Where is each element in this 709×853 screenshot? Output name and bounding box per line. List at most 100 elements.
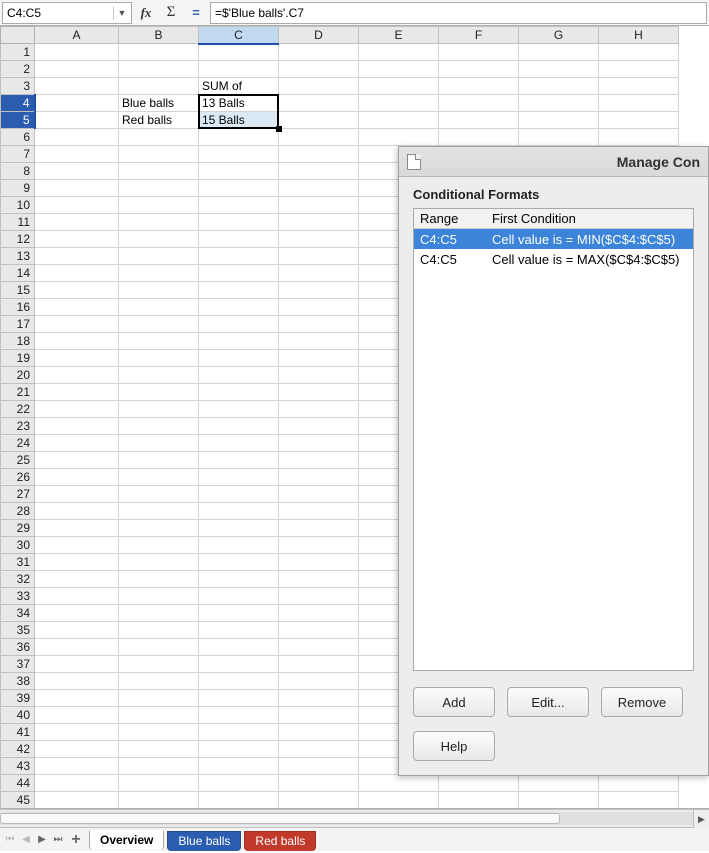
row-header-5[interactable]: 5 [1, 112, 35, 129]
cell-C6[interactable] [199, 129, 279, 146]
cell-D3[interactable] [279, 78, 359, 95]
cell-C10[interactable] [199, 197, 279, 214]
cell-D35[interactable] [279, 622, 359, 639]
cell-D13[interactable] [279, 248, 359, 265]
cell-B8[interactable] [119, 163, 199, 180]
cell-A35[interactable] [35, 622, 119, 639]
column-header-B[interactable]: B [119, 27, 199, 44]
cell-A15[interactable] [35, 282, 119, 299]
cell-B16[interactable] [119, 299, 199, 316]
cell-C22[interactable] [199, 401, 279, 418]
cell-C44[interactable] [199, 775, 279, 792]
row-header-27[interactable]: 27 [1, 486, 35, 503]
cell-C2[interactable] [199, 61, 279, 78]
row-header-37[interactable]: 37 [1, 656, 35, 673]
cell-D32[interactable] [279, 571, 359, 588]
row-header-43[interactable]: 43 [1, 758, 35, 775]
cell-A44[interactable] [35, 775, 119, 792]
cell-B45[interactable] [119, 792, 199, 809]
horizontal-scrollbar[interactable]: ▶ [0, 809, 709, 827]
name-box-dropdown-icon[interactable]: ▼ [113, 6, 127, 20]
cell-C26[interactable] [199, 469, 279, 486]
cell-C35[interactable] [199, 622, 279, 639]
cell-A9[interactable] [35, 180, 119, 197]
cell-G6[interactable] [519, 129, 599, 146]
cell-G4[interactable] [519, 95, 599, 112]
cell-A28[interactable] [35, 503, 119, 520]
cell-B42[interactable] [119, 741, 199, 758]
cell-D6[interactable] [279, 129, 359, 146]
cell-C25[interactable] [199, 452, 279, 469]
cell-B30[interactable] [119, 537, 199, 554]
row-header-26[interactable]: 26 [1, 469, 35, 486]
cell-C40[interactable] [199, 707, 279, 724]
cell-B40[interactable] [119, 707, 199, 724]
row-header-23[interactable]: 23 [1, 418, 35, 435]
cell-G44[interactable] [519, 775, 599, 792]
cell-A18[interactable] [35, 333, 119, 350]
cell-B6[interactable] [119, 129, 199, 146]
formula-equals-icon[interactable]: = [185, 2, 207, 24]
cell-D33[interactable] [279, 588, 359, 605]
cell-C15[interactable] [199, 282, 279, 299]
row-header-41[interactable]: 41 [1, 724, 35, 741]
cell-A12[interactable] [35, 231, 119, 248]
cell-B20[interactable] [119, 367, 199, 384]
cell-D7[interactable] [279, 146, 359, 163]
column-header-G[interactable]: G [519, 27, 599, 44]
cell-E1[interactable] [359, 44, 439, 61]
cell-B27[interactable] [119, 486, 199, 503]
cell-A32[interactable] [35, 571, 119, 588]
tab-nav-prev-icon[interactable]: ◀ [18, 830, 34, 850]
cell-D39[interactable] [279, 690, 359, 707]
cell-D8[interactable] [279, 163, 359, 180]
tab-nav-first-icon[interactable]: ⏮ [2, 830, 18, 850]
edit-button[interactable]: Edit... [507, 687, 589, 717]
cell-F5[interactable] [439, 112, 519, 129]
row-header-36[interactable]: 36 [1, 639, 35, 656]
add-sheet-button[interactable]: + [66, 830, 86, 850]
cell-F44[interactable] [439, 775, 519, 792]
cell-C19[interactable] [199, 350, 279, 367]
cell-D43[interactable] [279, 758, 359, 775]
function-wizard-icon[interactable]: fx [135, 2, 157, 24]
cell-D26[interactable] [279, 469, 359, 486]
cell-B10[interactable] [119, 197, 199, 214]
cell-B23[interactable] [119, 418, 199, 435]
cell-C27[interactable] [199, 486, 279, 503]
cell-D21[interactable] [279, 384, 359, 401]
cell-A39[interactable] [35, 690, 119, 707]
cell-C32[interactable] [199, 571, 279, 588]
cell-C18[interactable] [199, 333, 279, 350]
cell-G45[interactable] [519, 792, 599, 809]
conditional-format-row[interactable]: C4:C5Cell value is = MIN($C$4:$C$5) [414, 229, 693, 249]
cell-A5[interactable] [35, 112, 119, 129]
column-header-D[interactable]: D [279, 27, 359, 44]
cell-B29[interactable] [119, 520, 199, 537]
cell-D45[interactable] [279, 792, 359, 809]
cell-B44[interactable] [119, 775, 199, 792]
row-header-8[interactable]: 8 [1, 163, 35, 180]
cell-E45[interactable] [359, 792, 439, 809]
cell-D4[interactable] [279, 95, 359, 112]
cell-A22[interactable] [35, 401, 119, 418]
row-header-4[interactable]: 4 [1, 95, 35, 112]
cell-A8[interactable] [35, 163, 119, 180]
cell-B35[interactable] [119, 622, 199, 639]
row-header-35[interactable]: 35 [1, 622, 35, 639]
cell-B43[interactable] [119, 758, 199, 775]
row-header-22[interactable]: 22 [1, 401, 35, 418]
cell-F2[interactable] [439, 61, 519, 78]
cell-B15[interactable] [119, 282, 199, 299]
row-header-7[interactable]: 7 [1, 146, 35, 163]
cell-B34[interactable] [119, 605, 199, 622]
row-header-20[interactable]: 20 [1, 367, 35, 384]
row-header-21[interactable]: 21 [1, 384, 35, 401]
cell-D17[interactable] [279, 316, 359, 333]
cell-C30[interactable] [199, 537, 279, 554]
cell-H3[interactable] [599, 78, 679, 95]
row-header-2[interactable]: 2 [1, 61, 35, 78]
cell-B7[interactable] [119, 146, 199, 163]
cell-A29[interactable] [35, 520, 119, 537]
sheet-tab-overview[interactable]: Overview [89, 830, 164, 850]
